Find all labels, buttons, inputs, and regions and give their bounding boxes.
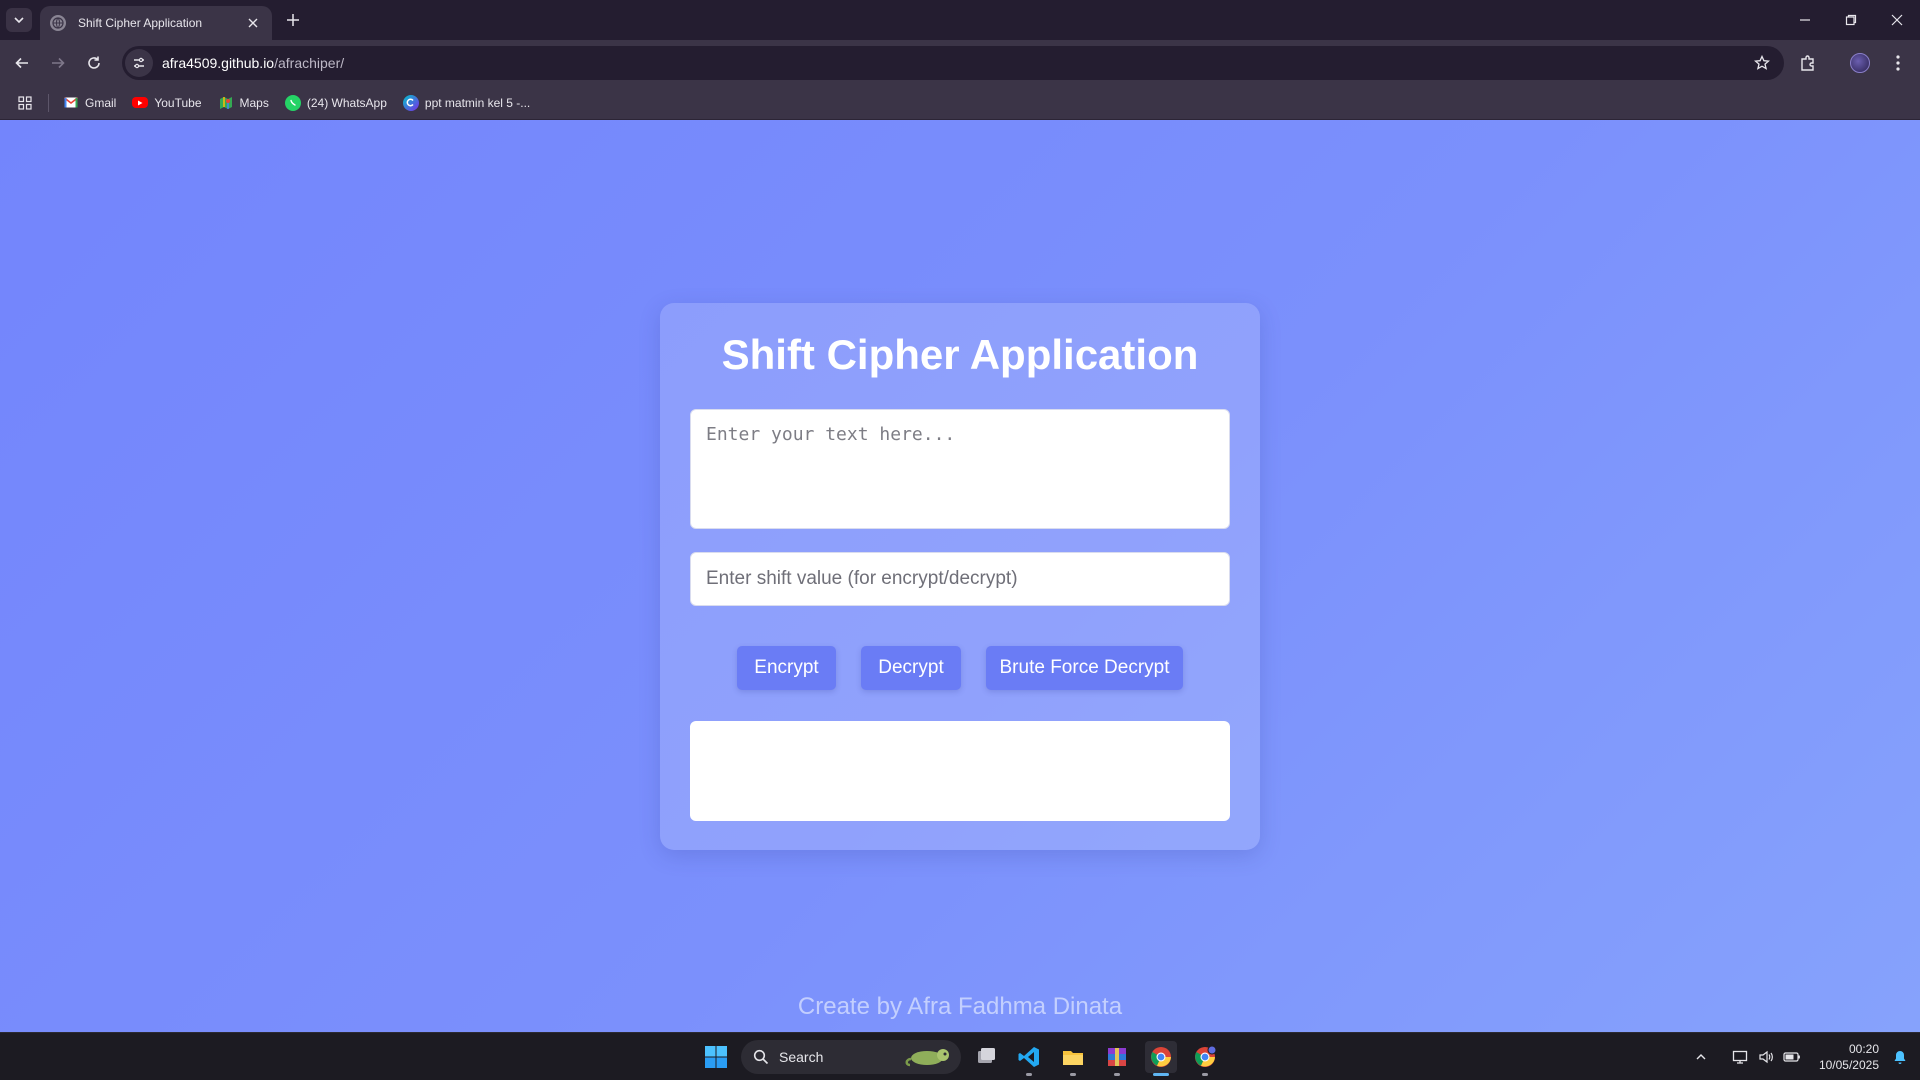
system-tray: 00:20 10/05/2025 [1688,1033,1920,1080]
volume-icon[interactable] [1754,1045,1778,1069]
bookmark-label: ppt matmin kel 5 -... [424,95,531,110]
extensions-puzzle-icon[interactable] [1796,51,1820,75]
browser-tab-active[interactable]: Shift Cipher Application [40,6,272,40]
back-arrow-icon[interactable] [10,51,34,75]
page-title: Shift Cipher Application [721,331,1199,378]
url-domain: afra4509.github.io [162,55,275,71]
encrypt-button[interactable]: Encrypt [737,646,836,690]
network-icon[interactable] [1728,1045,1752,1069]
chevron-down-icon [14,17,24,24]
bookmark-gmail[interactable]: Gmail [63,95,116,111]
bookmark-canva[interactable]: ppt matmin kel 5 -... [402,94,531,111]
tab-title: Shift Cipher Application [78,16,203,30]
new-tab-plus-icon[interactable] [282,9,304,31]
result-output [690,721,1230,821]
url-path: /afrachiper/ [274,55,345,71]
bookmark-maps[interactable]: Maps [218,95,269,111]
search-icon [753,1049,769,1065]
tab-search-button[interactable] [6,8,32,32]
vscode-icon[interactable] [1013,1041,1045,1076]
gmail-icon [63,95,79,111]
shift-value-input[interactable] [690,552,1230,606]
file-explorer-icon[interactable] [1057,1041,1089,1076]
running-indicator [1026,1073,1032,1076]
url-text: afra4509.github.io/afrachiper/ [162,55,344,71]
bookmark-label: YouTube [154,95,202,110]
bookmark-label: Maps [239,95,269,110]
forward-arrow-icon[interactable] [46,51,70,75]
search-label: Search [779,1049,824,1065]
window-controls [1782,0,1920,40]
kebab-menu-icon[interactable] [1886,51,1910,75]
tab-close-icon[interactable] [244,14,262,32]
task-view-icon[interactable] [970,1041,1002,1073]
bookmarks-bar: Gmail YouTube Maps (24) WhatsApp ppt mat… [0,86,1920,120]
decrypt-button[interactable]: Decrypt [861,646,961,690]
cipher-card: Shift Cipher Application Encrypt Decrypt… [660,303,1260,850]
bookmark-youtube[interactable]: YouTube [132,95,202,110]
text-input[interactable] [690,409,1230,529]
window-close-icon[interactable] [1874,0,1920,40]
winrar-icon[interactable] [1101,1041,1133,1076]
battery-icon[interactable] [1780,1045,1804,1069]
running-indicator [1202,1073,1208,1076]
brute-force-decrypt-button[interactable]: Brute Force Decrypt [986,646,1183,690]
notification-bell-icon[interactable] [1888,1045,1912,1069]
site-settings-icon[interactable] [125,49,153,77]
bookmark-whatsapp[interactable]: (24) WhatsApp [284,94,387,111]
footer-credit: Create by Afra Fadhma Dinata [797,993,1123,1020]
page-viewport: Shift Cipher Application Encrypt Decrypt… [0,120,1920,1032]
taskbar-search[interactable]: Search [741,1040,961,1074]
canva-icon [402,94,419,111]
running-indicator [1114,1073,1120,1076]
running-indicator [1153,1073,1169,1076]
bookmark-label: Gmail [85,95,117,110]
clock-time: 00:20 [1848,1042,1879,1056]
chrome-icon[interactable] [1145,1041,1177,1076]
globe-icon [50,15,66,31]
apps-grid-icon[interactable] [14,92,36,114]
restore-icon[interactable] [1828,0,1874,40]
chevron-up-icon[interactable] [1689,1045,1713,1069]
browser-toolbar: afra4509.github.io/afrachiper/ [0,40,1920,86]
bookmarks-divider [48,93,49,112]
maps-icon [218,95,234,111]
windows-start-icon[interactable] [700,1041,732,1073]
chameleon-icon [905,1049,949,1067]
bookmark-star-icon[interactable] [1752,53,1772,73]
minimize-icon[interactable] [1782,0,1828,40]
clock-date: 10/05/2025 [1818,1058,1879,1072]
system-clock[interactable]: 00:20 10/05/2025 [1819,1041,1879,1073]
address-bar[interactable]: afra4509.github.io/afrachiper/ [122,46,1784,80]
taskbar: Search 00:20 10/05/2025 [0,1032,1920,1080]
bookmark-label: (24) WhatsApp [306,95,387,110]
browser-tab-strip: Shift Cipher Application [0,0,1920,40]
reload-icon[interactable] [82,51,106,75]
youtube-icon [132,97,149,108]
profile-avatar[interactable] [1848,51,1872,75]
whatsapp-icon [284,94,301,111]
chrome-profile-icon[interactable] [1189,1041,1221,1076]
running-indicator [1070,1073,1076,1076]
